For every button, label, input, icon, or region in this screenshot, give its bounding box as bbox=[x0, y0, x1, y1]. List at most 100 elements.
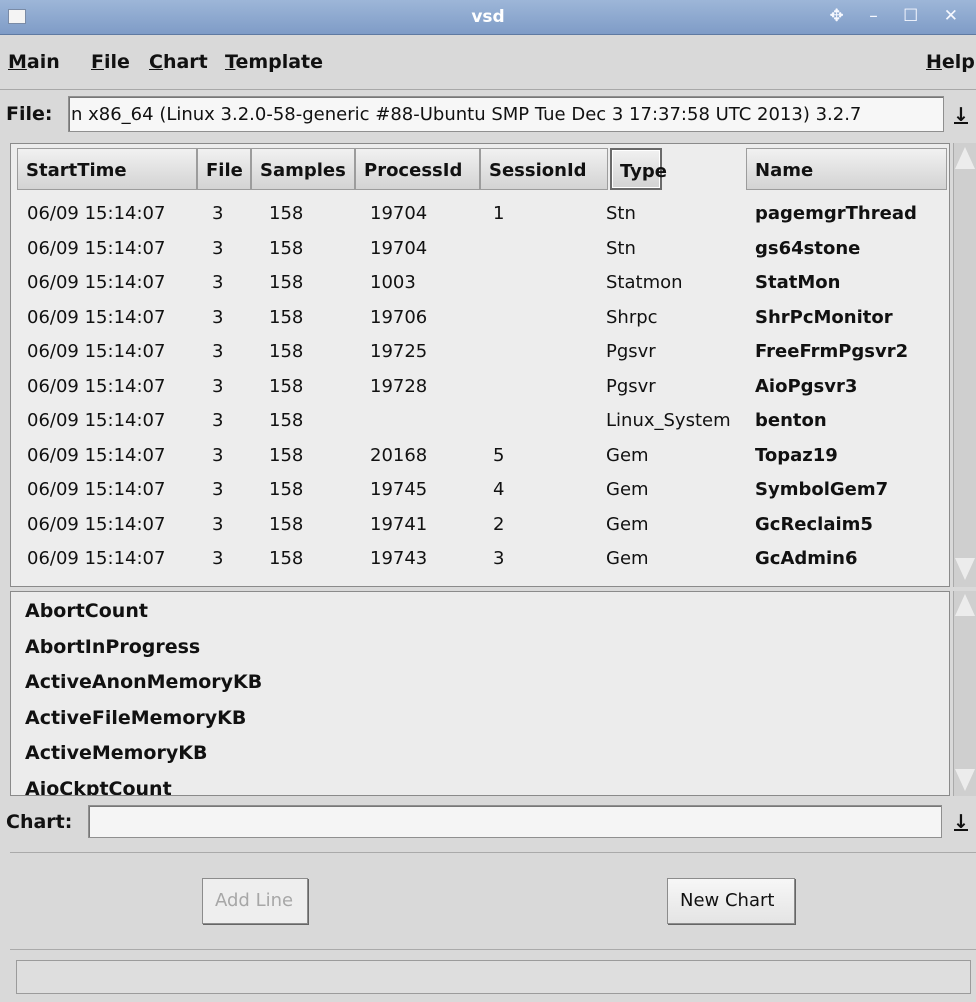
list-item[interactable]: AbortCount bbox=[25, 600, 148, 622]
window-controls[interactable]: ✥ – ☐ ✕ bbox=[830, 6, 968, 26]
table-row-cell[interactable]: 3 bbox=[212, 238, 223, 259]
table-row-cell[interactable]: 158 bbox=[269, 548, 303, 569]
table-row-cell[interactable]: 158 bbox=[269, 203, 303, 224]
table-row-cell[interactable]: Statmon bbox=[606, 272, 683, 293]
table-row-cell[interactable]: 19741 bbox=[370, 514, 427, 535]
table-row-cell[interactable]: 3 bbox=[493, 548, 504, 569]
table-row-cell[interactable]: 3 bbox=[212, 341, 223, 362]
table-row-cell[interactable]: 158 bbox=[269, 238, 303, 259]
menu-help[interactable]: Help bbox=[926, 51, 975, 73]
table-row-cell[interactable]: 3 bbox=[212, 514, 223, 535]
chart-download-arrow-icon[interactable]: ↓ bbox=[948, 805, 974, 839]
table-row-cell[interactable]: 3 bbox=[212, 445, 223, 466]
table-row-name-cell[interactable]: Topaz19 bbox=[755, 445, 838, 466]
table-row-cell[interactable]: 158 bbox=[269, 272, 303, 293]
new-chart-button[interactable]: New Chart bbox=[667, 878, 795, 924]
list-item[interactable]: AbortInProgress bbox=[25, 636, 200, 658]
table-scrollbar[interactable] bbox=[953, 143, 976, 587]
table-row-cell[interactable]: 158 bbox=[269, 410, 303, 431]
list-item[interactable]: ActiveFileMemoryKB bbox=[25, 707, 246, 729]
table-row-cell[interactable]: 3 bbox=[212, 410, 223, 431]
table-row-cell[interactable]: 06/09 15:14:07 bbox=[27, 238, 165, 259]
download-arrow-icon[interactable]: ↓ bbox=[948, 98, 974, 132]
table-row-cell[interactable]: 158 bbox=[269, 341, 303, 362]
table-row-cell[interactable]: 19706 bbox=[370, 307, 427, 328]
table-row-cell[interactable]: 1003 bbox=[370, 272, 416, 293]
chart-combobox[interactable] bbox=[88, 805, 942, 838]
table-row-cell[interactable]: Gem bbox=[606, 479, 649, 500]
table-row-cell[interactable]: 158 bbox=[269, 445, 303, 466]
table-row-cell[interactable]: 158 bbox=[269, 479, 303, 500]
list-scroll-down-icon[interactable] bbox=[955, 769, 975, 791]
table-row-cell[interactable]: Stn bbox=[606, 203, 636, 224]
list-scroll-up-icon[interactable] bbox=[955, 594, 975, 616]
table-row-cell[interactable]: 19743 bbox=[370, 548, 427, 569]
table-row-name-cell[interactable]: ShrPcMonitor bbox=[755, 307, 893, 328]
table-row-cell[interactable]: 158 bbox=[269, 376, 303, 397]
table-row-cell[interactable]: Shrpc bbox=[606, 307, 658, 328]
table-row-cell[interactable]: 3 bbox=[212, 203, 223, 224]
list-item[interactable]: ActiveAnonMemoryKB bbox=[25, 671, 262, 693]
table-row-cell[interactable]: 06/09 15:14:07 bbox=[27, 203, 165, 224]
table-row-cell[interactable]: 20168 bbox=[370, 445, 427, 466]
table-row-cell[interactable]: 19704 bbox=[370, 203, 427, 224]
scroll-down-icon[interactable] bbox=[955, 558, 975, 580]
table-row-name-cell[interactable]: SymbolGem7 bbox=[755, 479, 888, 500]
column-header-samples[interactable]: Samples bbox=[251, 148, 355, 190]
table-row-cell[interactable]: 06/09 15:14:07 bbox=[27, 341, 165, 362]
add-line-button[interactable]: Add Line bbox=[202, 878, 308, 924]
table-row-cell[interactable]: Stn bbox=[606, 238, 636, 259]
table-row-cell[interactable]: 3 bbox=[212, 479, 223, 500]
table-row-name-cell[interactable]: pagemgrThread bbox=[755, 203, 917, 224]
table-row-cell[interactable]: 2 bbox=[493, 514, 504, 535]
table-row-name-cell[interactable]: benton bbox=[755, 410, 827, 431]
table-row-cell[interactable]: 19745 bbox=[370, 479, 427, 500]
column-header-processid[interactable]: ProcessId bbox=[355, 148, 480, 190]
column-header-type[interactable]: Type bbox=[610, 148, 667, 190]
column-header-sessionid[interactable]: SessionId bbox=[480, 148, 608, 190]
list-scrollbar[interactable] bbox=[953, 591, 976, 796]
table-row-cell[interactable]: 158 bbox=[269, 514, 303, 535]
table-row-cell[interactable]: 1 bbox=[493, 203, 504, 224]
table-row-cell[interactable]: 5 bbox=[493, 445, 504, 466]
table-row-cell[interactable]: 06/09 15:14:07 bbox=[27, 307, 165, 328]
table-row-cell[interactable]: 06/09 15:14:07 bbox=[27, 479, 165, 500]
table-row-name-cell[interactable]: AioPgsvr3 bbox=[755, 376, 857, 397]
table-row-cell[interactable]: 3 bbox=[212, 376, 223, 397]
table-row-cell[interactable]: Pgsvr bbox=[606, 341, 656, 362]
table-row-cell[interactable]: 4 bbox=[493, 479, 504, 500]
table-row-cell[interactable]: 3 bbox=[212, 307, 223, 328]
menu-template[interactable]: Template bbox=[225, 51, 323, 73]
list-item[interactable]: ActiveMemoryKB bbox=[25, 742, 207, 764]
scroll-up-icon[interactable] bbox=[955, 147, 975, 169]
table-row-cell[interactable]: Pgsvr bbox=[606, 376, 656, 397]
column-header-name[interactable]: Name bbox=[746, 148, 947, 190]
column-header-starttime[interactable]: StartTime bbox=[17, 148, 197, 190]
table-row-cell[interactable]: 06/09 15:14:07 bbox=[27, 410, 165, 431]
table-row-cell[interactable]: 06/09 15:14:07 bbox=[27, 548, 165, 569]
table-row-name-cell[interactable]: gs64stone bbox=[755, 238, 860, 259]
table-row-cell[interactable]: 3 bbox=[212, 272, 223, 293]
menu-file[interactable]: File bbox=[91, 51, 130, 73]
table-row-cell[interactable]: 19728 bbox=[370, 376, 427, 397]
table-row-name-cell[interactable]: FreeFrmPgsvr2 bbox=[755, 341, 908, 362]
file-combobox[interactable]: n x86_64 (Linux 3.2.0-58-generic #88-Ubu… bbox=[68, 96, 944, 132]
table-row-cell[interactable]: 19704 bbox=[370, 238, 427, 259]
table-row-cell[interactable]: Linux_System bbox=[606, 410, 731, 431]
table-row-cell[interactable]: Gem bbox=[606, 445, 649, 466]
table-row-cell[interactable]: 19725 bbox=[370, 341, 427, 362]
statistic-list[interactable]: AbortCount AbortInProgress ActiveAnonMemor… bbox=[10, 591, 950, 796]
table-row-cell[interactable]: Gem bbox=[606, 548, 649, 569]
menu-main[interactable]: Main bbox=[8, 51, 60, 73]
table-row-name-cell[interactable]: GcAdmin6 bbox=[755, 548, 858, 569]
table-row-cell[interactable]: 158 bbox=[269, 307, 303, 328]
column-header-file[interactable]: File bbox=[197, 148, 251, 190]
menu-chart[interactable]: Chart bbox=[149, 51, 208, 73]
table-row-cell[interactable]: 3 bbox=[212, 548, 223, 569]
table-row-cell[interactable]: Gem bbox=[606, 514, 649, 535]
window-titlebar[interactable]: vsd ✥ – ☐ ✕ bbox=[0, 0, 976, 35]
table-row-cell[interactable]: 06/09 15:14:07 bbox=[27, 514, 165, 535]
table-row-cell[interactable]: 06/09 15:14:07 bbox=[27, 376, 165, 397]
table-row-name-cell[interactable]: StatMon bbox=[755, 272, 840, 293]
table-row-name-cell[interactable]: GcReclaim5 bbox=[755, 514, 873, 535]
